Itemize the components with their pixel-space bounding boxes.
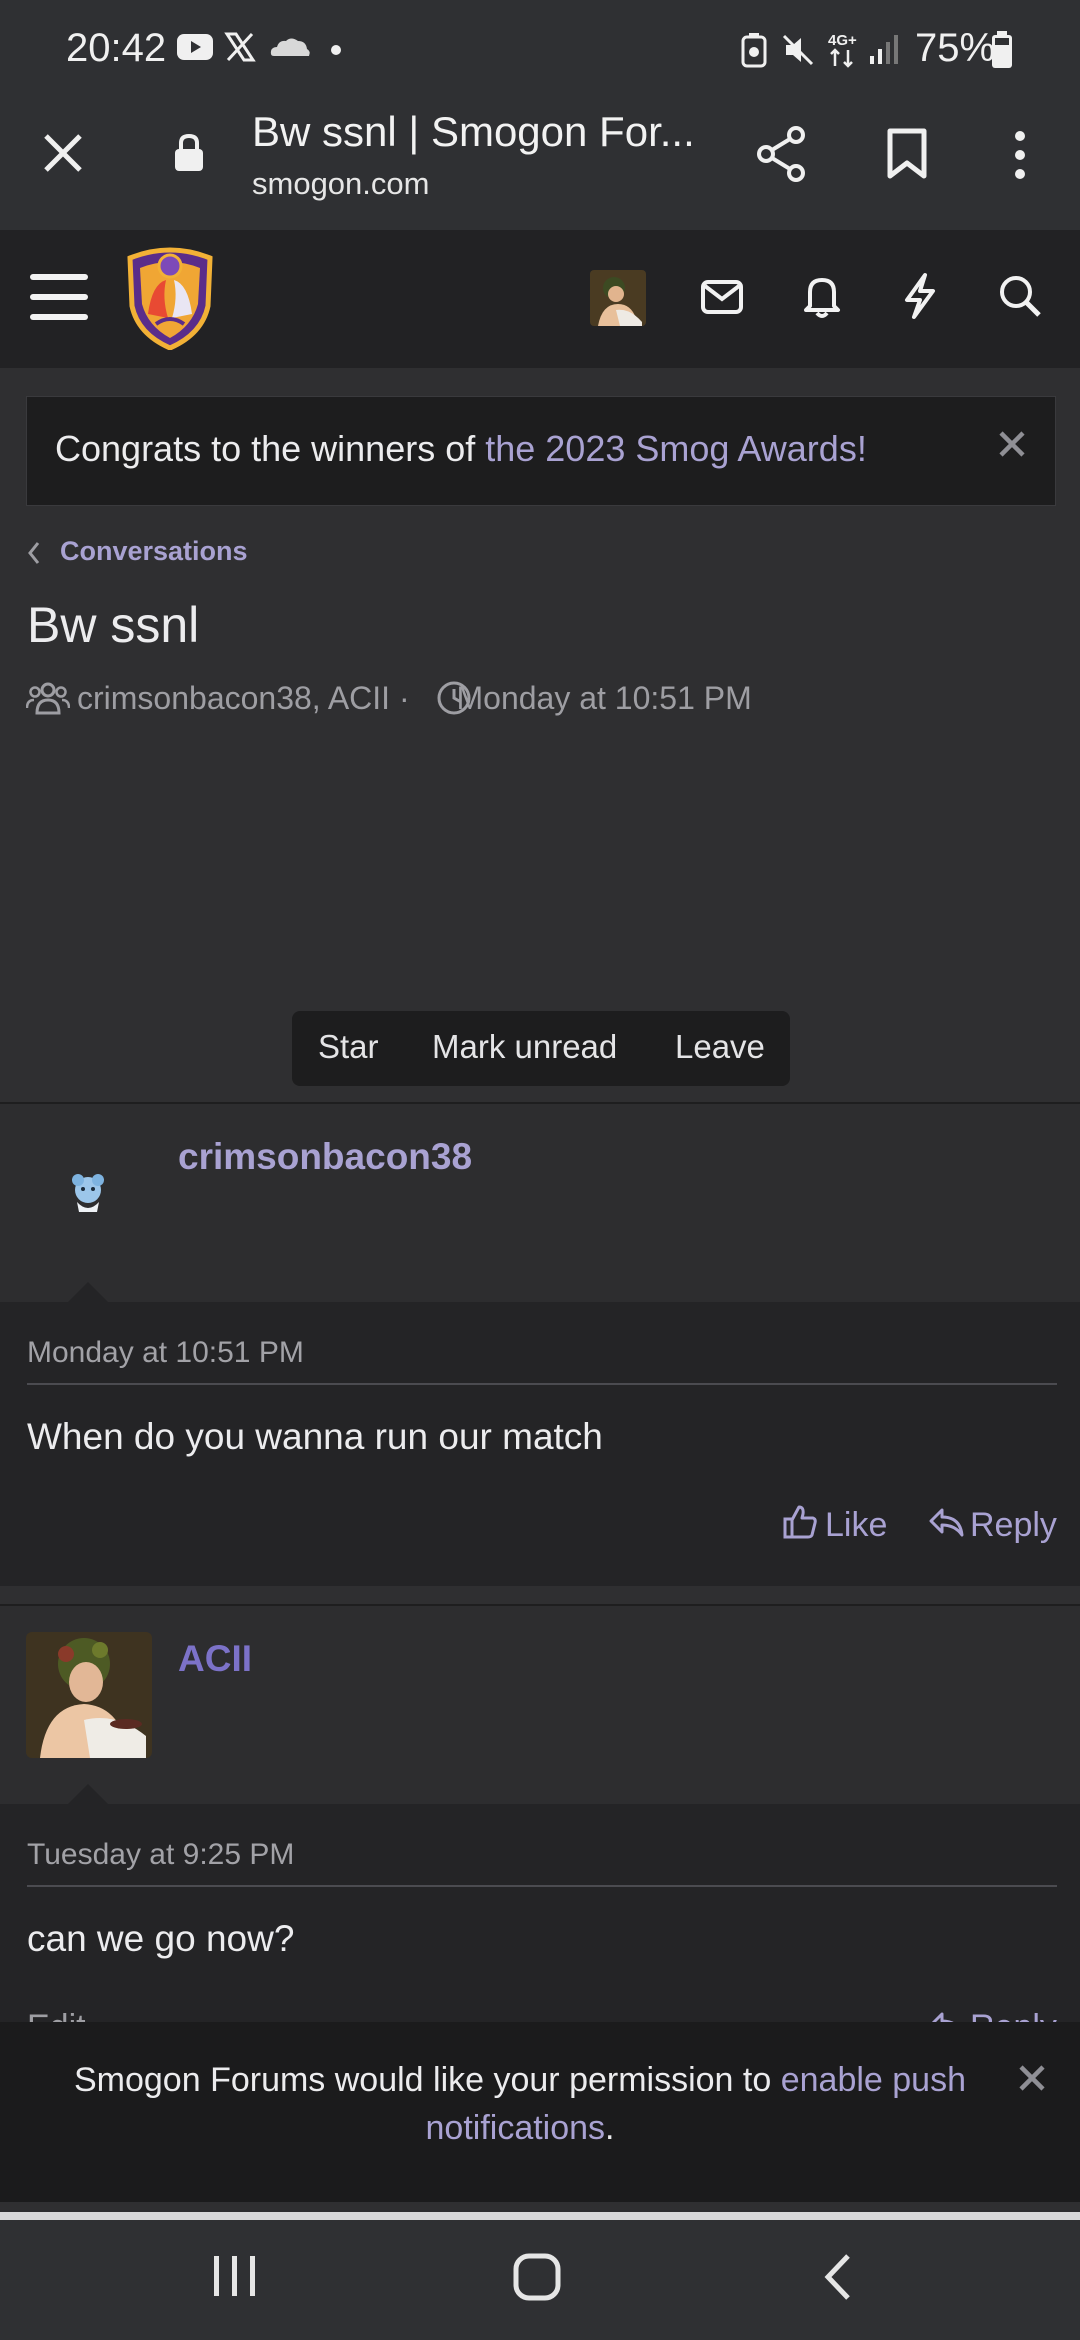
bell-icon[interactable] (802, 274, 842, 318)
participants[interactable]: crimsonbacon38, ACII (77, 680, 390, 716)
status-time: 20:42 (66, 26, 167, 70)
notice-link[interactable]: the 2023 Smog Awards! (485, 428, 867, 469)
message-divider (27, 1383, 1057, 1385)
bookmark-icon[interactable] (886, 128, 928, 180)
search-icon[interactable] (998, 274, 1042, 318)
battery-saver-icon (740, 32, 768, 68)
message-date[interactable]: Tuesday at 9:25 PM (27, 1838, 294, 1872)
conversation-meta: crimsonbacon38, ACII · Monday at 10:51 P… (77, 680, 752, 717)
reply-button[interactable]: Reply (970, 1506, 1057, 1545)
mail-icon[interactable] (700, 278, 744, 316)
smogon-logo[interactable] (122, 244, 218, 350)
avatar[interactable] (26, 1632, 152, 1758)
meta-separator: · (398, 680, 410, 716)
avatar[interactable] (60, 1166, 116, 1222)
more-icon[interactable] (1010, 130, 1030, 180)
message-user-block (0, 1606, 1080, 1804)
users-icon (26, 680, 70, 716)
message-divider (27, 1885, 1057, 1887)
tab-domain[interactable]: smogon.com (252, 166, 429, 202)
push-permission-text: Smogon Forums would like your permission… (40, 2056, 1000, 2152)
home-icon[interactable] (512, 2252, 562, 2302)
notice-close-icon[interactable] (998, 430, 1026, 458)
like-icon[interactable] (782, 1504, 818, 1540)
page-title: Bw ssnl (27, 597, 200, 653)
lock-icon[interactable] (172, 132, 206, 174)
message-user-block (0, 1104, 1080, 1302)
message-username[interactable]: ACII (178, 1638, 252, 1680)
share-icon[interactable] (756, 126, 808, 182)
push-prefix: Smogon Forums would like your permission… (73, 2061, 781, 2099)
cloud-icon (268, 32, 312, 62)
4g-icon: 4G+ (826, 30, 860, 70)
pointer-arrow (68, 1782, 108, 1804)
avatar[interactable] (590, 270, 646, 326)
lightning-icon[interactable] (902, 272, 938, 320)
leave-button[interactable]: Leave (675, 1028, 765, 1066)
menu-icon[interactable] (30, 272, 88, 322)
reply-icon[interactable] (928, 1506, 964, 1538)
conversation-start-date[interactable]: Monday at 10:51 PM (456, 680, 751, 716)
mute-icon (780, 32, 816, 68)
x-icon (224, 32, 256, 62)
back-icon[interactable] (822, 2252, 854, 2302)
message-username[interactable]: crimsonbacon38 (178, 1136, 472, 1178)
recents-icon[interactable] (212, 2254, 258, 2298)
youtube-icon (176, 32, 214, 62)
star-button[interactable]: Star (318, 1028, 379, 1066)
clock-icon (436, 680, 472, 716)
battery-icon (990, 30, 1014, 70)
push-close-icon[interactable] (1018, 2064, 1046, 2092)
message-date[interactable]: Monday at 10:51 PM (27, 1336, 304, 1370)
battery-percent: 75% (915, 26, 996, 70)
close-icon[interactable] (40, 130, 86, 176)
message-text: can we go now? (27, 1918, 295, 1959)
notice-prefix: Congrats to the winners of (55, 428, 486, 469)
mark-unread-button[interactable]: Mark unread (432, 1028, 617, 1066)
svg-text:4G+: 4G+ (828, 32, 857, 49)
pointer-arrow (68, 1280, 108, 1302)
message-gap (0, 1586, 1080, 1604)
signal-icon (868, 32, 902, 66)
breadcrumb-conversations[interactable]: Conversations (60, 536, 248, 567)
tab-title[interactable]: Bw ssnl | Smogon For... (252, 108, 695, 156)
notice-text: Congrats to the winners of the 2023 Smog… (55, 428, 867, 470)
push-suffix: . (605, 2109, 615, 2147)
like-button[interactable]: Like (825, 1506, 887, 1545)
message-body (0, 1804, 1080, 2022)
message-text: When do you wanna run our match (27, 1416, 603, 1457)
chevron-left-icon[interactable] (26, 540, 42, 566)
dot-icon (330, 44, 342, 56)
